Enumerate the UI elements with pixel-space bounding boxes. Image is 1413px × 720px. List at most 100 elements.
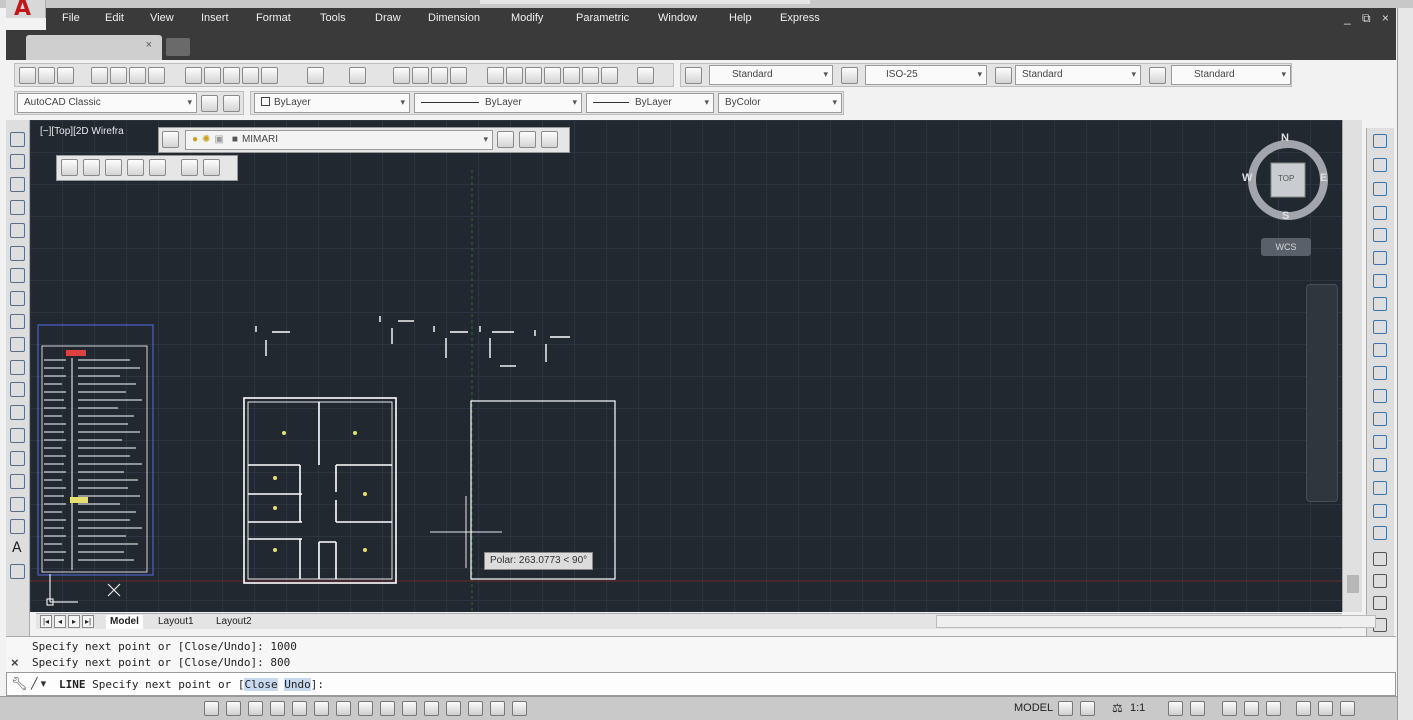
polar-tracking-icon[interactable] [292, 701, 307, 716]
infer-constraints-icon[interactable] [204, 701, 219, 716]
new-tab-button[interactable] [166, 38, 190, 56]
compass-north[interactable]: N [1281, 132, 1289, 144]
polyline-icon[interactable] [10, 177, 25, 192]
break-at-point-icon[interactable] [1373, 389, 1387, 403]
table-icon[interactable] [10, 519, 25, 534]
explode-icon[interactable] [1373, 526, 1387, 540]
zoom-extents-icon[interactable] [61, 159, 78, 176]
menu-view[interactable]: View [150, 12, 174, 24]
redo-icon[interactable] [349, 67, 366, 84]
zoom-window-icon[interactable] [431, 67, 448, 84]
ellipse-icon[interactable] [10, 337, 25, 352]
lock-ui-icon[interactable] [1244, 701, 1259, 716]
menu-tools[interactable]: Tools [320, 12, 346, 24]
tool-palettes-icon[interactable] [525, 67, 542, 84]
stretch-icon[interactable] [1373, 320, 1387, 334]
dynamic-input-icon[interactable] [402, 701, 417, 716]
horizontal-scrollbar[interactable] [936, 615, 1376, 628]
blend-curves-icon[interactable] [1373, 504, 1387, 518]
menu-parametric[interactable]: Parametric [576, 12, 629, 24]
help-icon[interactable] [637, 67, 654, 84]
compass-south[interactable]: S [1282, 210, 1289, 222]
file-tab-drawing[interactable]: × [26, 35, 162, 60]
send-to-back-icon[interactable] [1373, 596, 1387, 610]
menu-edit[interactable]: Edit [105, 12, 124, 24]
annotation-scale-icon[interactable]: ⚖ [1112, 701, 1123, 715]
plot-icon[interactable] [91, 67, 108, 84]
scroll-thumb[interactable] [1347, 575, 1359, 593]
vertical-scrollbar[interactable] [1342, 120, 1362, 612]
zoom-realtime-icon[interactable] [412, 67, 429, 84]
layer-select[interactable]: ● ✺ ▣ ■ MIMARI ▾ [185, 130, 493, 150]
join-icon[interactable] [1373, 435, 1387, 449]
linetype-select[interactable]: ByLayer ▾ [414, 93, 582, 113]
line-icon[interactable] [10, 132, 25, 147]
menu-help[interactable]: Help [729, 12, 752, 24]
menu-modify[interactable]: Modify [511, 12, 543, 24]
add-selected-icon[interactable] [10, 564, 25, 579]
circle-icon[interactable] [10, 268, 25, 283]
workspace-select[interactable]: AutoCAD Classic ▾ [17, 93, 197, 113]
orbit-icon[interactable] [83, 159, 100, 176]
multiline-text-icon[interactable]: A [12, 540, 22, 556]
quickcalc-icon[interactable] [582, 67, 599, 84]
menu-insert[interactable]: Insert [201, 12, 229, 24]
text-style-select[interactable]: Standard ▾ [709, 65, 833, 85]
next-layout-icon[interactable]: ▸ [68, 615, 80, 628]
viewcube-top-face[interactable]: TOP [1278, 174, 1294, 183]
text-style-icon[interactable] [685, 67, 702, 84]
drawing-canvas[interactable] [30, 120, 1342, 612]
multileader-style-icon[interactable] [1149, 67, 1166, 84]
hatch-icon[interactable] [10, 451, 25, 466]
extend-icon[interactable] [1373, 366, 1387, 380]
continuous-orbit-icon[interactable] [127, 159, 144, 176]
viewcube[interactable]: N S E W TOP [1240, 132, 1336, 228]
quick-view-layouts-icon[interactable] [1058, 701, 1073, 716]
chamfer-icon[interactable] [1373, 458, 1387, 472]
fillet-icon[interactable] [1373, 481, 1387, 495]
construction-line-icon[interactable] [10, 154, 25, 169]
menu-format[interactable]: Format [256, 12, 291, 24]
markup-icon[interactable] [563, 67, 580, 84]
break-icon[interactable] [1373, 412, 1387, 426]
option-undo[interactable]: Undo [284, 678, 311, 691]
make-block-icon[interactable] [10, 405, 25, 420]
undo-icon[interactable] [307, 67, 324, 84]
point-icon[interactable] [10, 428, 25, 443]
customize-icon[interactable] [223, 95, 240, 112]
trim-icon[interactable] [1373, 343, 1387, 357]
move-icon[interactable] [1373, 251, 1387, 265]
table-style-icon[interactable] [995, 67, 1012, 84]
design-center-icon[interactable] [506, 67, 523, 84]
menu-draw[interactable]: Draw [375, 12, 401, 24]
plot-preview-icon[interactable] [110, 67, 127, 84]
window-controls[interactable]: _ ⧉ × [1344, 11, 1393, 26]
tab-model[interactable]: Model [106, 615, 143, 629]
dimension-style-icon[interactable] [841, 67, 858, 84]
annotation-monitor-icon[interactable] [512, 701, 527, 716]
paste-icon[interactable] [223, 67, 240, 84]
layer-previous-icon[interactable] [519, 131, 536, 148]
array-icon[interactable] [1373, 228, 1387, 242]
table-style-select[interactable]: Standard ▾ [1015, 65, 1141, 85]
save-icon[interactable] [57, 67, 74, 84]
snap-mode-icon[interactable] [226, 701, 241, 716]
ellipse-arc-icon[interactable] [10, 360, 25, 375]
spline-icon[interactable] [10, 314, 25, 329]
revcloud-icon[interactable] [10, 291, 25, 306]
command-line[interactable]: 🔧︎ ╱ ▾ LINE Specify next point or [Close… [6, 672, 1396, 696]
rotate-icon[interactable] [1373, 274, 1387, 288]
compass-east[interactable]: E [1320, 172, 1327, 184]
model-space-toggle[interactable]: MODEL [1014, 702, 1053, 714]
region-icon[interactable] [10, 497, 25, 512]
compass-west[interactable]: W [1242, 172, 1252, 184]
offset-icon[interactable] [1373, 206, 1387, 220]
copy-icon[interactable] [204, 67, 221, 84]
recent-commands-icon[interactable]: ╱ ▾ [31, 677, 46, 690]
object-snap-tracking-icon[interactable] [358, 701, 373, 716]
layer-property-select[interactable]: ByLayer ▾ [254, 93, 410, 113]
steering-wheel-icon[interactable] [149, 159, 166, 176]
dimension-style-select[interactable]: ISO-25 ▾ [865, 65, 987, 85]
auto-scale-icon[interactable] [1190, 701, 1205, 716]
annotation-scale-value[interactable]: 1:1 [1130, 702, 1145, 714]
